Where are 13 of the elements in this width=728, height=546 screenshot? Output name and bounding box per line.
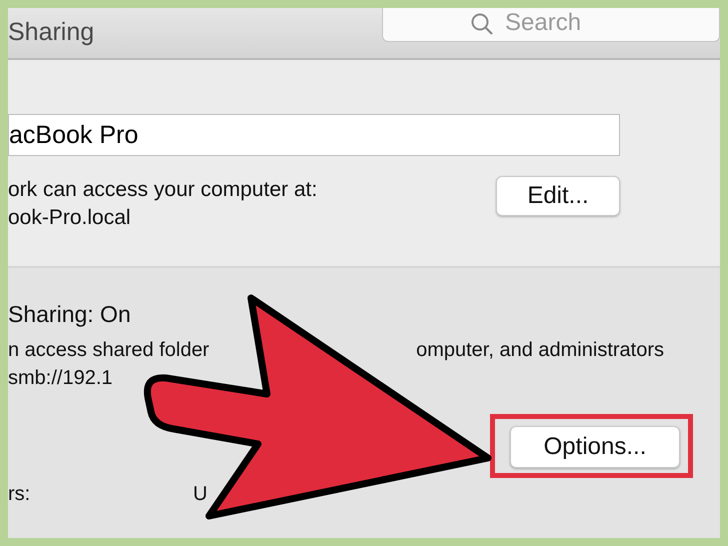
search-field[interactable]: Search xyxy=(382,8,720,42)
edit-button[interactable]: Edit... xyxy=(496,176,620,216)
computer-name-field[interactable]: acBook Pro xyxy=(8,114,620,156)
description-text: omputer, and administrators xyxy=(416,338,664,363)
status-label: Sharing: On xyxy=(8,300,132,328)
info-text: ork can access your computer at: xyxy=(8,177,318,203)
description-text: n access shared folder xyxy=(8,338,210,363)
window-title: Sharing xyxy=(8,17,94,48)
column-header: U xyxy=(193,482,208,507)
users-label: rs: xyxy=(8,482,32,507)
info-text: ook-Pro.local xyxy=(8,205,131,231)
options-button[interactable]: Options... xyxy=(510,426,680,468)
description-text: smb://192.1 xyxy=(8,366,113,391)
